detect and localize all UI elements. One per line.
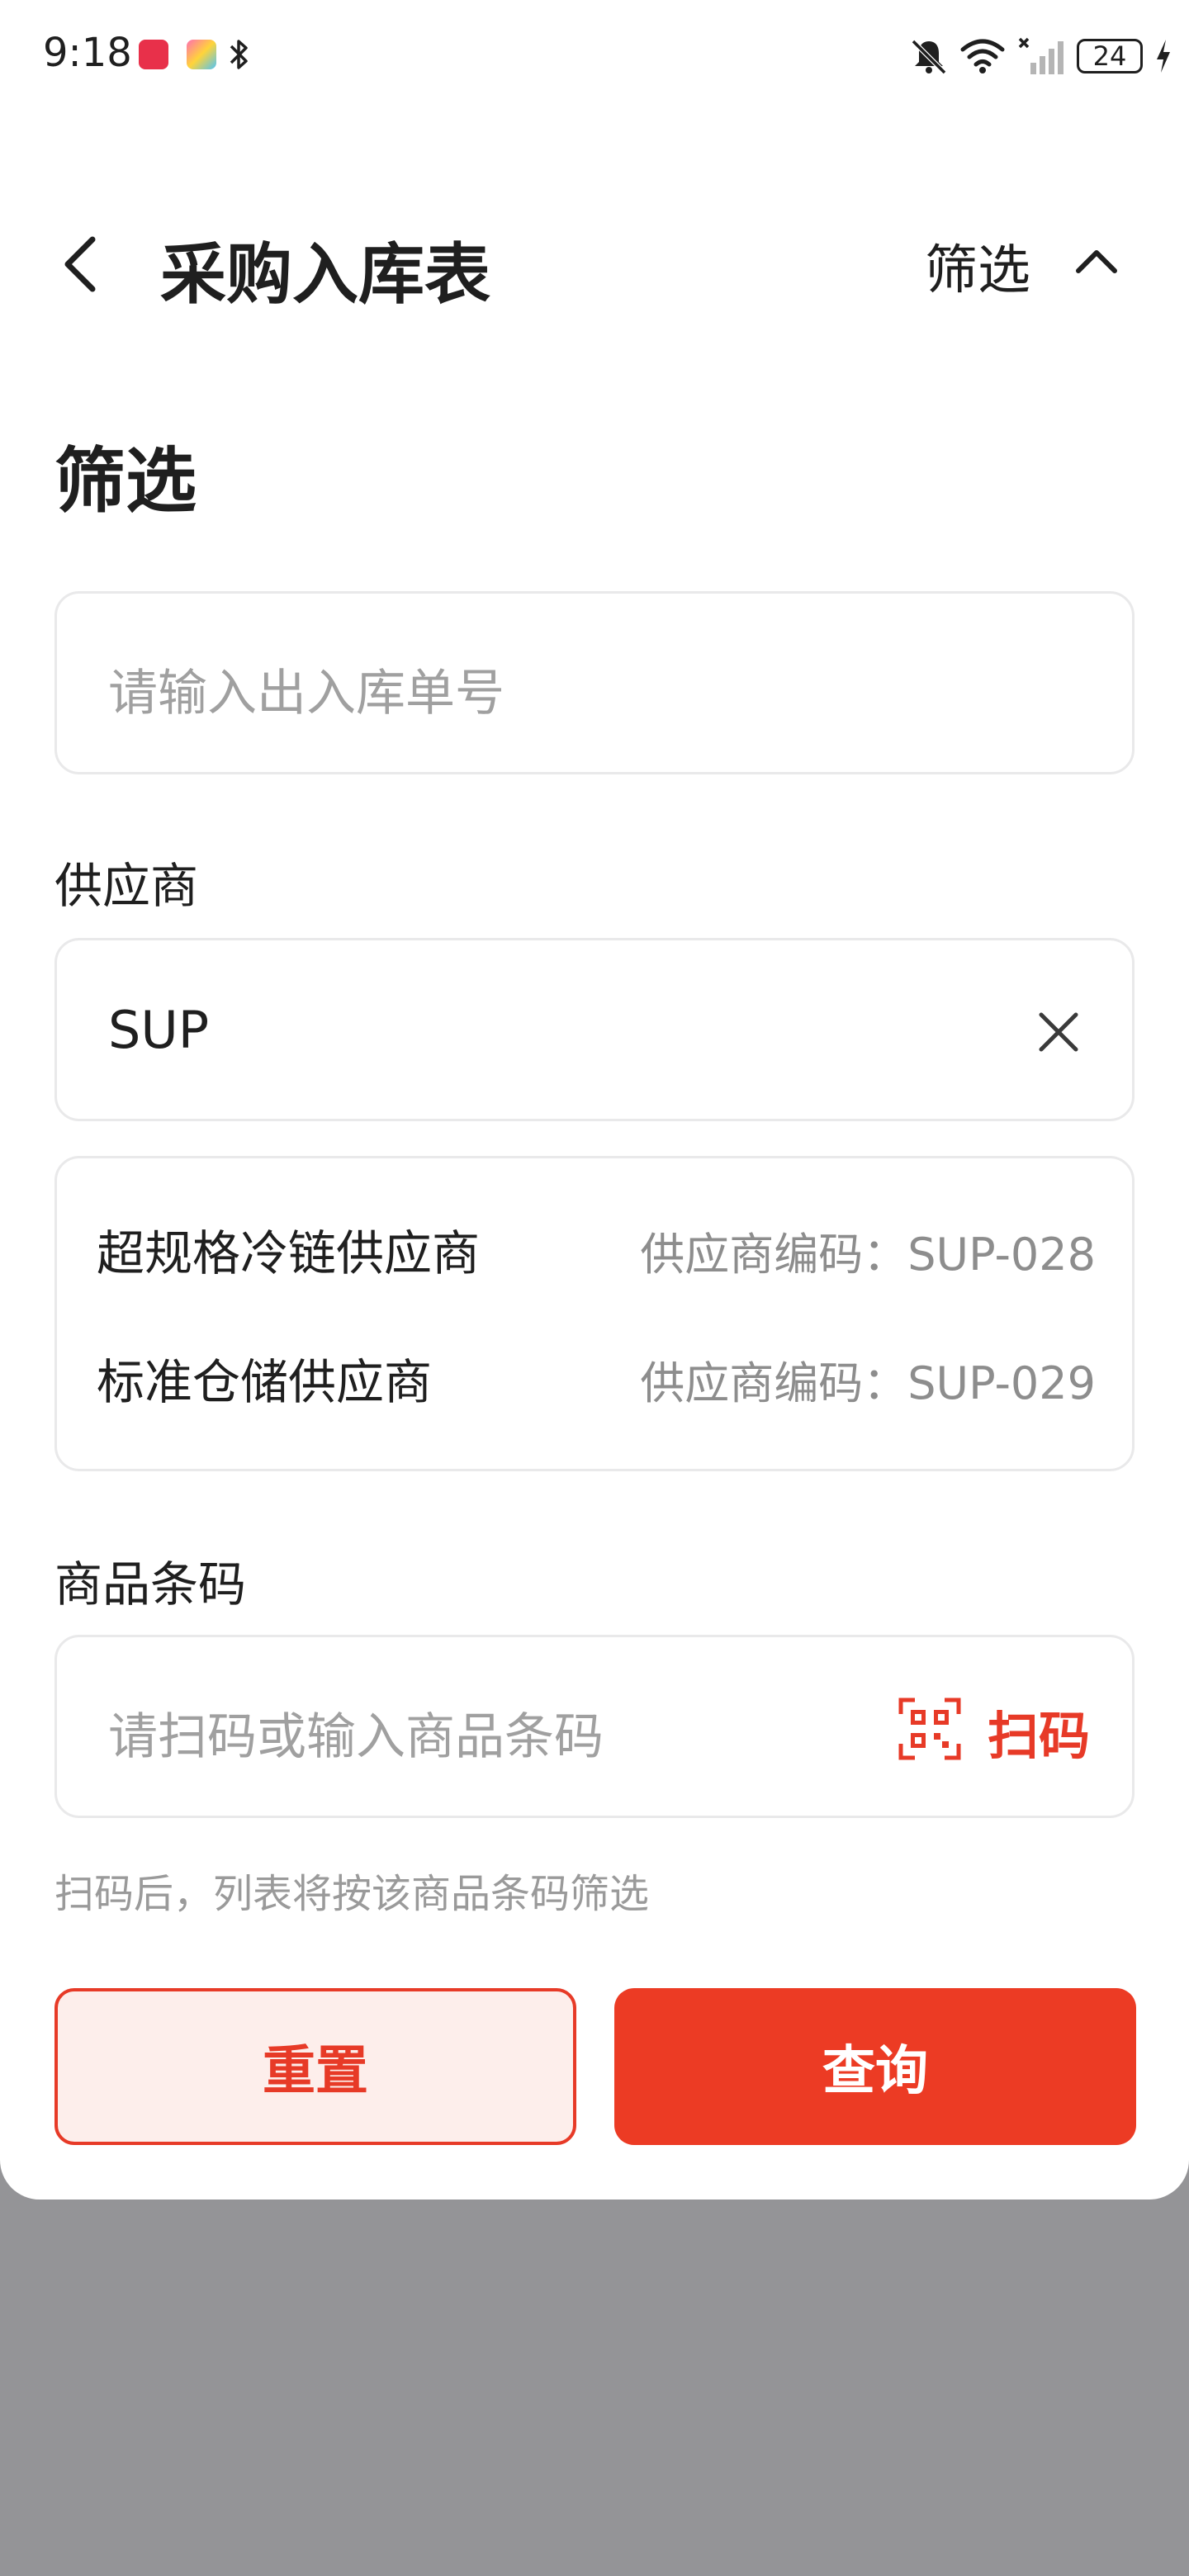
supplier-option-name: 超规格冷链供应商 xyxy=(97,1225,481,1281)
status-bar: 9:18 24 xyxy=(0,0,1189,112)
qr-scan-icon[interactable] xyxy=(898,1698,961,1760)
supplier-input-value: SUP xyxy=(108,1000,210,1060)
order-number-input[interactable]: 请输入出入库单号 xyxy=(54,591,1135,774)
filter-sheet: 9:18 24 采购入库表 筛选 筛选 请输入出入库单号 供应商 SUP 超规格… xyxy=(0,0,1189,2200)
supplier-label: 供应商 xyxy=(54,858,199,914)
multicolor-app-icon xyxy=(187,40,216,69)
supplier-option-code: 供应商编码：SUP-029 xyxy=(640,1357,1096,1409)
chevron-up-icon[interactable] xyxy=(1072,244,1121,277)
supplier-option[interactable]: 超规格冷链供应商 供应商编码：SUP-028 xyxy=(97,1195,1096,1286)
status-icons: 24 xyxy=(910,33,1172,79)
supplier-option-name: 标准仓储供应商 xyxy=(97,1354,433,1410)
status-time: 9:18 xyxy=(43,30,132,76)
supplier-input[interactable]: SUP xyxy=(54,938,1135,1121)
dim-overlay[interactable] xyxy=(0,2200,1189,2576)
filter-toggle-button[interactable]: 筛选 xyxy=(925,228,1030,304)
xiaohongshu-badge-icon xyxy=(139,40,168,69)
barcode-helper-text: 扫码后，列表将按该商品条码筛选 xyxy=(54,1871,650,1917)
barcode-placeholder: 请扫码或输入商品条码 xyxy=(108,1708,604,1766)
order-number-placeholder: 请输入出入库单号 xyxy=(108,665,504,722)
page-title: 采购入库表 xyxy=(160,236,490,313)
charging-icon xyxy=(1157,40,1170,73)
cellular-off-icon xyxy=(1018,37,1063,74)
wifi-icon xyxy=(960,39,1005,73)
reset-button[interactable]: 重置 xyxy=(54,1988,576,2145)
back-arrow-icon[interactable] xyxy=(56,234,102,294)
supplier-suggestion-list: 超规格冷链供应商 供应商编码：SUP-028 标准仓储供应商 供应商编码：SUP… xyxy=(54,1156,1135,1471)
supplier-option-code: 供应商编码：SUP-028 xyxy=(640,1229,1096,1281)
battery-icon: 24 xyxy=(1077,39,1143,73)
bell-muted-icon xyxy=(911,39,947,75)
supplier-option[interactable]: 标准仓储供应商 供应商编码：SUP-029 xyxy=(97,1324,1096,1414)
clear-icon[interactable] xyxy=(1036,1010,1081,1054)
scan-button[interactable]: 扫码 xyxy=(988,1694,1090,1769)
barcode-label: 商品条码 xyxy=(54,1556,247,1612)
bluetooth-icon xyxy=(230,40,248,69)
barcode-input[interactable]: 请扫码或输入商品条码 xyxy=(54,1635,1135,1818)
query-button[interactable]: 查询 xyxy=(614,1988,1136,2145)
filter-section-title: 筛选 xyxy=(54,440,197,523)
